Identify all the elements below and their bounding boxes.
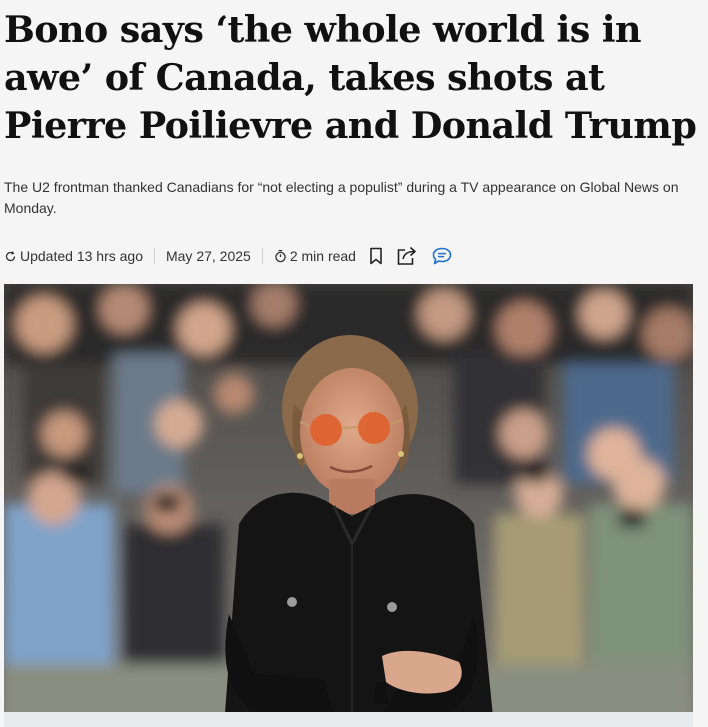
refresh-clock-icon bbox=[4, 250, 17, 263]
comment-icon bbox=[431, 246, 453, 266]
share-button[interactable] bbox=[396, 246, 418, 266]
article-headline: Bono says ‘the whole world is in awe’ of… bbox=[4, 8, 697, 147]
comments-button[interactable] bbox=[431, 246, 453, 266]
meta-divider bbox=[261, 248, 263, 264]
read-time-text: 2 min read bbox=[289, 248, 356, 264]
meta-divider bbox=[153, 248, 155, 264]
article-meta: Updated 13 hrs ago May 27, 2025 2 min re… bbox=[4, 243, 453, 269]
publish-date: May 27, 2025 bbox=[165, 248, 251, 264]
article-lead-photo bbox=[4, 284, 693, 727]
read-time: 2 min read bbox=[274, 248, 356, 264]
updated-text: Updated 13 hrs ago bbox=[20, 248, 143, 264]
share-icon bbox=[396, 246, 418, 266]
bookmark-icon bbox=[369, 247, 383, 265]
article-deck: The U2 frontman thanked Canadians for “n… bbox=[4, 179, 679, 216]
article: Bono says ‘the whole world is in awe’ of… bbox=[0, 0, 708, 727]
bookmark-button[interactable] bbox=[369, 247, 383, 265]
updated-info: Updated 13 hrs ago bbox=[4, 248, 143, 264]
timer-icon bbox=[274, 249, 287, 263]
